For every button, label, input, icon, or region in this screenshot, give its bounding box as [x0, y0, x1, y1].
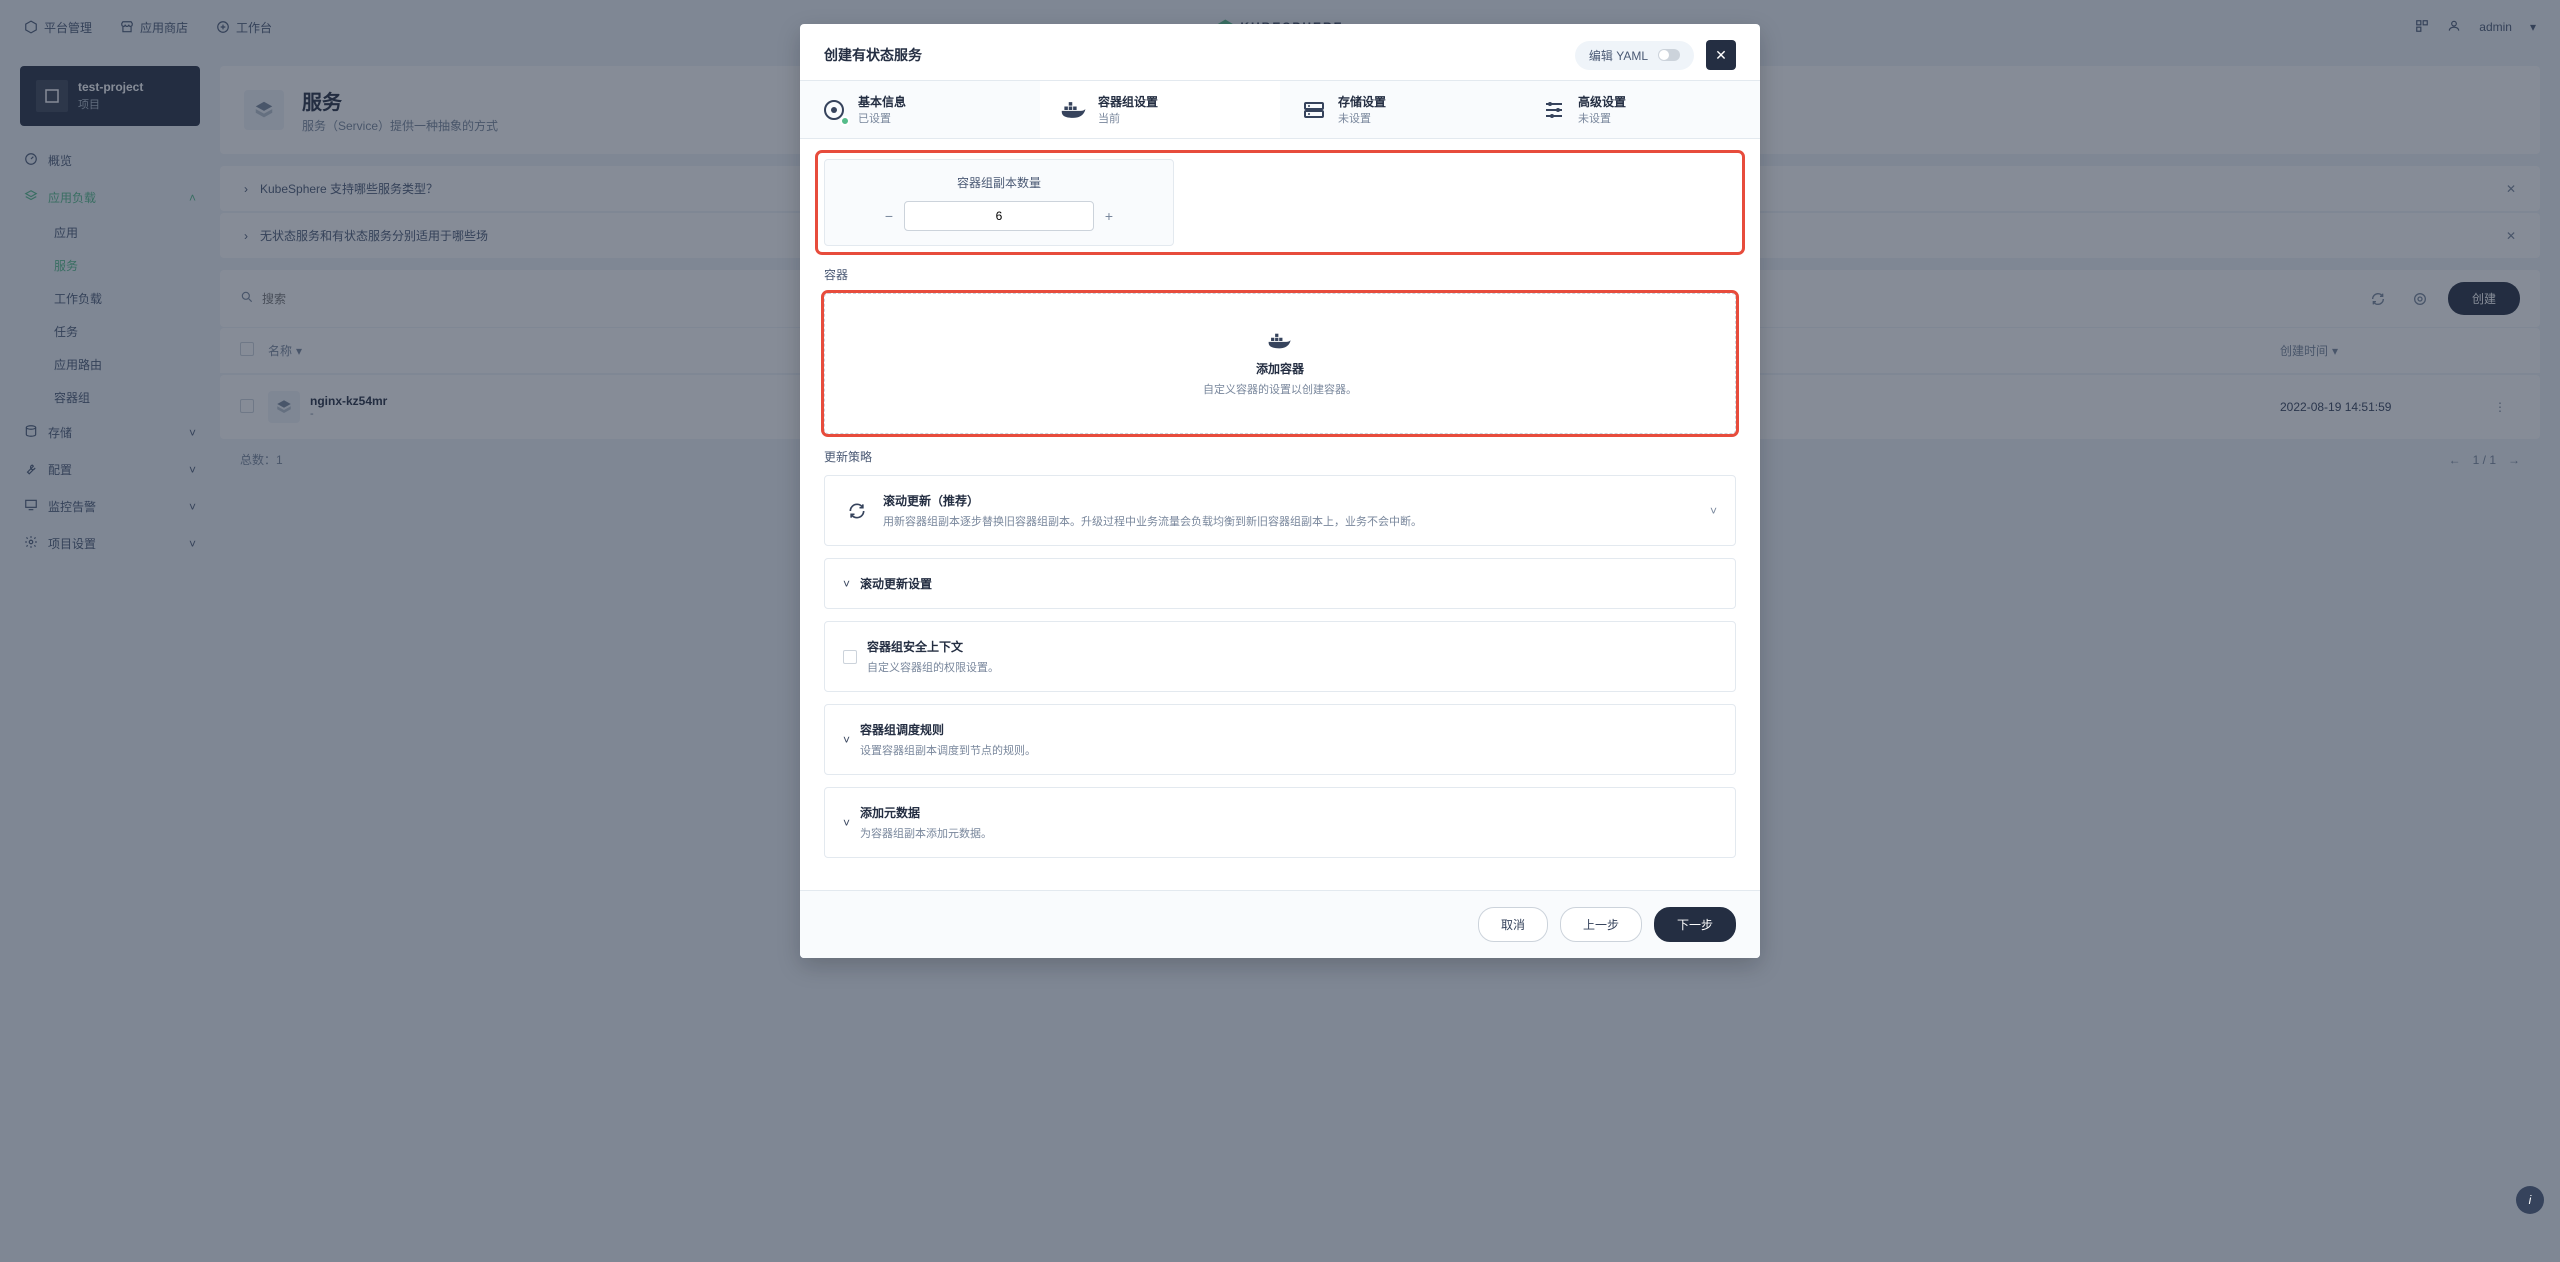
step-storage-title: 存储设置 — [1338, 93, 1386, 110]
security-context-card[interactable]: 容器组安全上下文 自定义容器组的权限设置。 — [824, 621, 1736, 692]
checkbox[interactable] — [843, 650, 857, 664]
metadata-desc: 为容器组副本添加元数据。 — [860, 825, 992, 841]
container-section-label: 容器 — [824, 266, 1736, 283]
next-button[interactable]: 下一步 — [1654, 907, 1736, 942]
replica-input[interactable] — [904, 201, 1094, 231]
modal-header: 创建有状态服务 编辑 YAML ✕ — [800, 24, 1760, 80]
scheduling-card[interactable]: ˅ 容器组调度规则 设置容器组副本调度到节点的规则。 — [824, 704, 1736, 775]
step-basic-title: 基本信息 — [858, 93, 906, 110]
yaml-label: 编辑 YAML — [1589, 47, 1648, 64]
sliders-icon — [1540, 96, 1568, 124]
chevron-down-icon: ˅ — [843, 577, 850, 591]
whale-icon — [1267, 330, 1293, 352]
whale-icon — [1060, 96, 1088, 124]
modal-body: 容器组副本数量 − + 容器 添加容器 自定义容器的设置以创建容器。 更新策略 — [800, 139, 1760, 890]
modal: 创建有状态服务 编辑 YAML ✕ 基本信息 已设置 容器组设置 — [800, 24, 1760, 958]
chevron-down-icon: ˅ — [1710, 504, 1717, 518]
step-advanced-sub: 未设置 — [1578, 110, 1626, 126]
modal-footer: 取消 上一步 下一步 — [800, 890, 1760, 958]
rolling-title: 滚动更新（推荐） — [883, 492, 1698, 509]
check-dot-icon — [840, 116, 850, 126]
add-container-card[interactable]: 添加容器 自定义容器的设置以创建容器。 — [824, 293, 1736, 434]
rolling-settings-title: 滚动更新设置 — [860, 575, 932, 592]
step-pod[interactable]: 容器组设置 当前 — [1040, 81, 1280, 138]
modal-close-button[interactable]: ✕ — [1706, 40, 1736, 70]
modal-title: 创建有状态服务 — [824, 45, 922, 65]
add-container-title: 添加容器 — [845, 360, 1715, 377]
step-basic-sub: 已设置 — [858, 110, 906, 126]
rolling-desc: 用新容器组副本逐步替换旧容器组副本。升级过程中业务流量会负载均衡到新旧容器组副本… — [883, 513, 1698, 529]
step-pod-sub: 当前 — [1098, 110, 1158, 126]
metadata-card[interactable]: ˅ 添加元数据 为容器组副本添加元数据。 — [824, 787, 1736, 858]
chevron-down-icon: ˅ — [843, 733, 850, 747]
security-title: 容器组安全上下文 — [867, 638, 999, 655]
replica-highlight: 容器组副本数量 − + — [818, 153, 1742, 252]
step-pod-title: 容器组设置 — [1098, 93, 1158, 110]
step-storage-sub: 未设置 — [1338, 110, 1386, 126]
security-desc: 自定义容器组的权限设置。 — [867, 659, 999, 675]
metadata-title: 添加元数据 — [860, 804, 992, 821]
rolling-update-card[interactable]: 滚动更新（推荐） 用新容器组副本逐步替换旧容器组副本。升级过程中业务流量会负载均… — [824, 475, 1736, 546]
scheduling-desc: 设置容器组副本调度到节点的规则。 — [860, 742, 1036, 758]
target-icon — [820, 96, 848, 124]
toggle-icon — [1658, 49, 1680, 61]
help-button[interactable]: i — [2516, 1186, 2544, 1214]
step-advanced[interactable]: 高级设置 未设置 — [1520, 81, 1760, 138]
replica-label: 容器组副本数量 — [843, 174, 1155, 191]
step-storage[interactable]: 存储设置 未设置 — [1280, 81, 1520, 138]
refresh-icon — [843, 497, 871, 525]
replica-box: 容器组副本数量 − + — [824, 159, 1174, 246]
storage-icon — [1300, 96, 1328, 124]
replica-minus-button[interactable]: − — [874, 201, 904, 231]
update-strategy-label: 更新策略 — [824, 448, 1736, 465]
step-advanced-title: 高级设置 — [1578, 93, 1626, 110]
scheduling-title: 容器组调度规则 — [860, 721, 1036, 738]
replica-plus-button[interactable]: + — [1094, 201, 1124, 231]
step-basic[interactable]: 基本信息 已设置 — [800, 81, 1040, 138]
add-container-desc: 自定义容器的设置以创建容器。 — [845, 381, 1715, 397]
cancel-button[interactable]: 取消 — [1478, 907, 1548, 942]
edit-yaml-toggle[interactable]: 编辑 YAML — [1575, 41, 1694, 70]
prev-button[interactable]: 上一步 — [1560, 907, 1642, 942]
chevron-down-icon: ˅ — [843, 816, 850, 830]
modal-steps: 基本信息 已设置 容器组设置 当前 存储设置 未设置 — [800, 80, 1760, 139]
rolling-settings-card[interactable]: ˅ 滚动更新设置 — [824, 558, 1736, 609]
